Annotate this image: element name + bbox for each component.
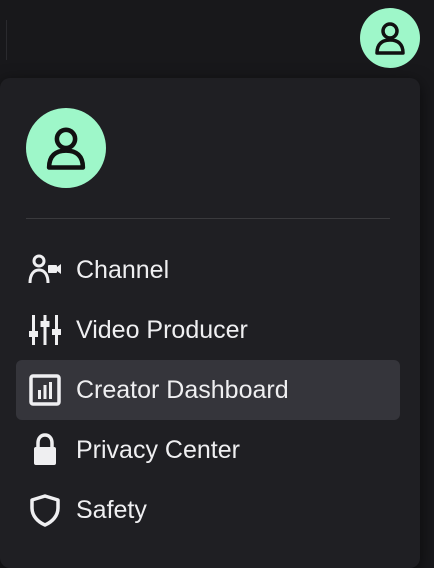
menu-item-video-producer[interactable]: Video Producer: [16, 300, 400, 360]
menu-avatar: [26, 108, 106, 188]
menu-item-label: Safety: [76, 495, 147, 524]
menu-item-safety[interactable]: Safety: [16, 480, 400, 540]
menu-item-label: Creator Dashboard: [76, 375, 289, 404]
toolbar-divider: [6, 20, 7, 60]
user-menu-dropdown: Channel Video Producer Creator Dashboard: [0, 78, 420, 568]
menu-item-label: Video Producer: [76, 315, 248, 344]
lock-icon: [28, 433, 62, 467]
menu-item-privacy-center[interactable]: Privacy Center: [16, 420, 400, 480]
shield-icon: [28, 493, 62, 527]
channel-icon: [28, 253, 62, 287]
top-bar: [0, 0, 434, 76]
menu-item-creator-dashboard[interactable]: Creator Dashboard: [16, 360, 400, 420]
menu-item-channel[interactable]: Channel: [16, 240, 400, 300]
sliders-icon: [28, 313, 62, 347]
user-icon: [375, 22, 405, 55]
dashboard-icon: [28, 373, 62, 407]
menu-divider: [26, 218, 390, 219]
menu-item-label: Privacy Center: [76, 435, 240, 464]
user-avatar-button[interactable]: [360, 8, 420, 68]
menu-item-label: Channel: [76, 255, 170, 284]
user-icon: [46, 127, 86, 170]
